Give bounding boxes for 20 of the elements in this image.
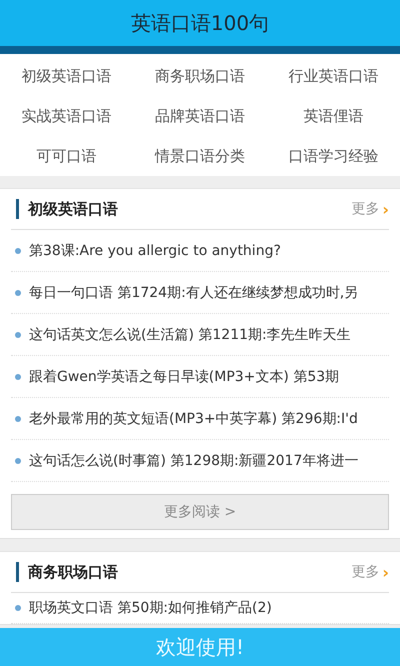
category-link[interactable]: 可可口语 <box>0 136 134 176</box>
category-link[interactable]: 英语俚语 <box>266 96 400 136</box>
article-item[interactable]: 这句话英文怎么说(生活篇) 第1211期:李先生昨天生 <box>11 314 389 356</box>
category-link[interactable]: 品牌英语口语 <box>133 96 267 136</box>
category-link[interactable]: 商务职场口语 <box>133 56 267 96</box>
category-link[interactable]: 情景口语分类 <box>133 136 267 176</box>
category-link[interactable]: 行业英语口语 <box>266 56 400 96</box>
article-item[interactable]: 老外最常用的英文短语(MP3+中英字幕) 第296期:I'd <box>11 398 389 440</box>
welcome-text: 欢迎使用! <box>156 634 244 660</box>
category-link[interactable]: 口语学习经验 <box>266 136 400 176</box>
section-title: 商务职场口语 <box>16 562 118 582</box>
article-item[interactable]: 这句话怎么说(时事篇) 第1298期:新疆2017年将进一 <box>11 440 389 482</box>
article-item[interactable]: 跟着Gwen学英语之每日早读(MP3+文本) 第53期 <box>11 356 389 398</box>
category-link[interactable]: 实战英语口语 <box>0 96 134 136</box>
app-title: 英语口语100句 <box>130 10 270 36</box>
article-item[interactable]: 每日一句口语 第1724期:有人还在继续梦想成功时,另 <box>11 272 389 314</box>
article-item[interactable]: 职场英文口语 第50期:如何推销产品(2) <box>11 593 389 624</box>
section-title: 初级英语口语 <box>16 199 118 219</box>
article-item[interactable]: 第38课:Are you allergic to anything? <box>11 230 389 272</box>
category-link[interactable]: 初级英语口语 <box>0 56 134 96</box>
